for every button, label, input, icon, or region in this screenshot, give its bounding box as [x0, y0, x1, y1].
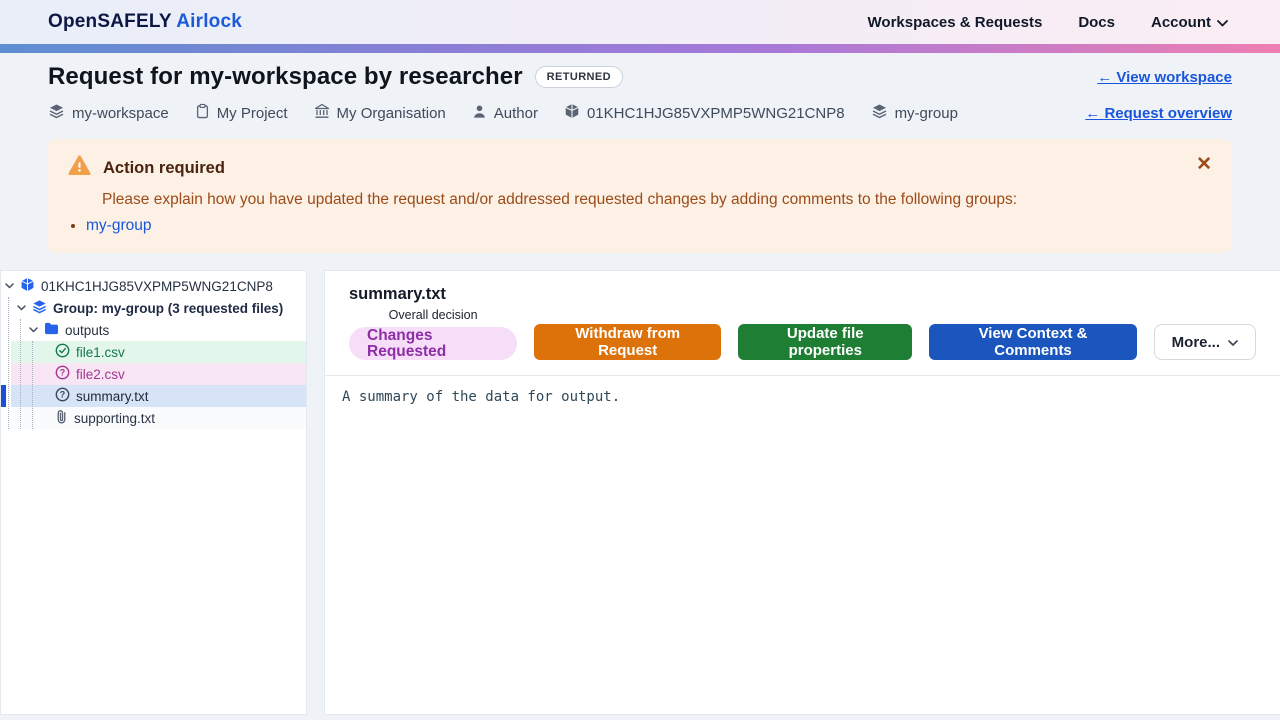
tree-group-label: Group: my-group (3 requested files)	[53, 301, 283, 316]
svg-text:?: ?	[60, 368, 65, 378]
folder-icon	[44, 322, 59, 338]
breadcrumb-request-id-label: 01KHC1HJG85VXPMP5WNG21CNP8	[587, 105, 845, 122]
layers-icon	[32, 299, 47, 317]
question-circle-icon: ?	[55, 387, 70, 405]
file-tree-sidebar: 01KHC1HJG85VXPMP5WNG21CNP8 Group: my-gro…	[0, 270, 307, 715]
decision-label: Overall decision	[389, 308, 478, 322]
tree-file-label: file1.csv	[76, 345, 125, 360]
file-view-panel: summary.txt Overall decision Changes Req…	[324, 270, 1280, 715]
nav-workspaces-requests[interactable]: Workspaces & Requests	[868, 14, 1043, 31]
svg-text:?: ?	[60, 390, 65, 400]
chevron-down-icon	[1228, 334, 1238, 351]
breadcrumb-group-label: my-group	[895, 105, 958, 122]
update-file-properties-button[interactable]: Update file properties	[738, 324, 912, 360]
breadcrumb-author: Author	[472, 104, 538, 123]
request-overview-link[interactable]: ← Request overview	[1085, 105, 1232, 122]
user-icon	[472, 104, 487, 123]
cube-icon	[564, 103, 580, 123]
chevron-down-icon	[29, 327, 38, 333]
view-workspace-link[interactable]: ← View workspace	[1097, 69, 1232, 86]
tree-file-label: supporting.txt	[74, 411, 155, 426]
file-content-text: A summary of the data for output.	[342, 387, 1263, 407]
page-head: Request for my-workspace by researcher R…	[0, 53, 1280, 253]
layers-icon	[871, 103, 888, 123]
breadcrumb-organisation: My Organisation	[314, 103, 446, 123]
breadcrumb-project-label: My Project	[217, 105, 288, 122]
chevron-down-icon	[17, 305, 26, 311]
tree-item-folder-outputs[interactable]: outputs	[1, 319, 306, 341]
breadcrumb-organisation-label: My Organisation	[337, 105, 446, 122]
file-title: summary.txt	[349, 285, 1256, 304]
warning-icon	[68, 155, 91, 181]
file-controls: Overall decision Changes Requested Withd…	[349, 308, 1256, 375]
tree-item-request-root[interactable]: 01KHC1HJG85VXPMP5WNG21CNP8	[1, 275, 306, 297]
app-logo[interactable]: OpenSAFELY Airlock	[48, 11, 242, 33]
app-header: OpenSAFELY Airlock Workspaces & Requests…	[0, 0, 1280, 44]
tree-item-file2[interactable]: ? file2.csv	[11, 363, 306, 385]
breadcrumb: my-workspace My Project My Organisation …	[48, 103, 958, 123]
alert-title: Action required	[103, 159, 225, 178]
breadcrumb-request-id: 01KHC1HJG85VXPMP5WNG21CNP8	[564, 103, 845, 123]
bank-icon	[314, 103, 330, 123]
chevron-down-icon	[5, 283, 14, 289]
panel-gap	[307, 270, 324, 715]
tree-guide-line	[20, 319, 21, 429]
more-button-label: More...	[1172, 334, 1220, 351]
check-circle-icon	[55, 343, 70, 361]
layers-icon	[48, 103, 65, 123]
decision-status-badge: Changes Requested	[349, 327, 517, 360]
file-content: A summary of the data for output.	[325, 376, 1280, 714]
tree-guide-line	[8, 297, 9, 429]
logo-opensafely: OpenSAFELY	[48, 11, 171, 32]
breadcrumb-project: My Project	[195, 103, 288, 123]
tree-file-label: file2.csv	[76, 367, 125, 382]
question-circle-icon: ?	[55, 365, 70, 383]
alert-message: Please explain how you have updated the …	[102, 191, 1212, 209]
content-area: 01KHC1HJG85VXPMP5WNG21CNP8 Group: my-gro…	[0, 270, 1280, 715]
status-badge: RETURNED	[535, 66, 623, 88]
tree-item-file1[interactable]: file1.csv	[11, 341, 306, 363]
breadcrumb-author-label: Author	[494, 105, 538, 122]
page-title: Request for my-workspace by researcher	[48, 63, 523, 91]
action-required-alert: Action required Please explain how you h…	[48, 139, 1232, 253]
withdraw-from-request-button[interactable]: Withdraw from Request	[534, 324, 721, 360]
breadcrumb-workspace: my-workspace	[48, 103, 169, 123]
alert-group-item: my-group	[86, 217, 1212, 235]
gradient-divider	[0, 44, 1280, 53]
nav-account-label: Account	[1151, 14, 1211, 31]
alert-group-link[interactable]: my-group	[86, 217, 151, 234]
tree-item-supporting[interactable]: supporting.txt	[11, 407, 306, 429]
tree-file-label: summary.txt	[76, 389, 149, 404]
cube-icon	[20, 277, 35, 295]
top-nav: Workspaces & Requests Docs Account	[868, 14, 1228, 31]
breadcrumb-workspace-label: my-workspace	[72, 105, 169, 122]
view-context-comments-button[interactable]: View Context & Comments	[929, 324, 1136, 360]
breadcrumb-group: my-group	[871, 103, 958, 123]
clipboard-icon	[195, 103, 210, 123]
nav-docs[interactable]: Docs	[1078, 14, 1115, 31]
paperclip-icon	[55, 409, 68, 427]
tree-root-label: 01KHC1HJG85VXPMP5WNG21CNP8	[41, 279, 273, 294]
logo-airlock: Airlock	[176, 11, 242, 32]
nav-account-menu[interactable]: Account	[1151, 14, 1228, 31]
tree-guide-line	[32, 341, 33, 429]
tree-folder-label: outputs	[65, 323, 109, 338]
tree-item-group[interactable]: Group: my-group (3 requested files)	[1, 297, 306, 319]
chevron-down-icon	[1217, 14, 1228, 31]
tree-item-summary[interactable]: ? summary.txt	[11, 385, 306, 407]
overall-decision: Overall decision Changes Requested	[349, 308, 517, 360]
close-icon[interactable]: ✕	[1192, 151, 1216, 178]
more-button[interactable]: More...	[1154, 324, 1256, 360]
